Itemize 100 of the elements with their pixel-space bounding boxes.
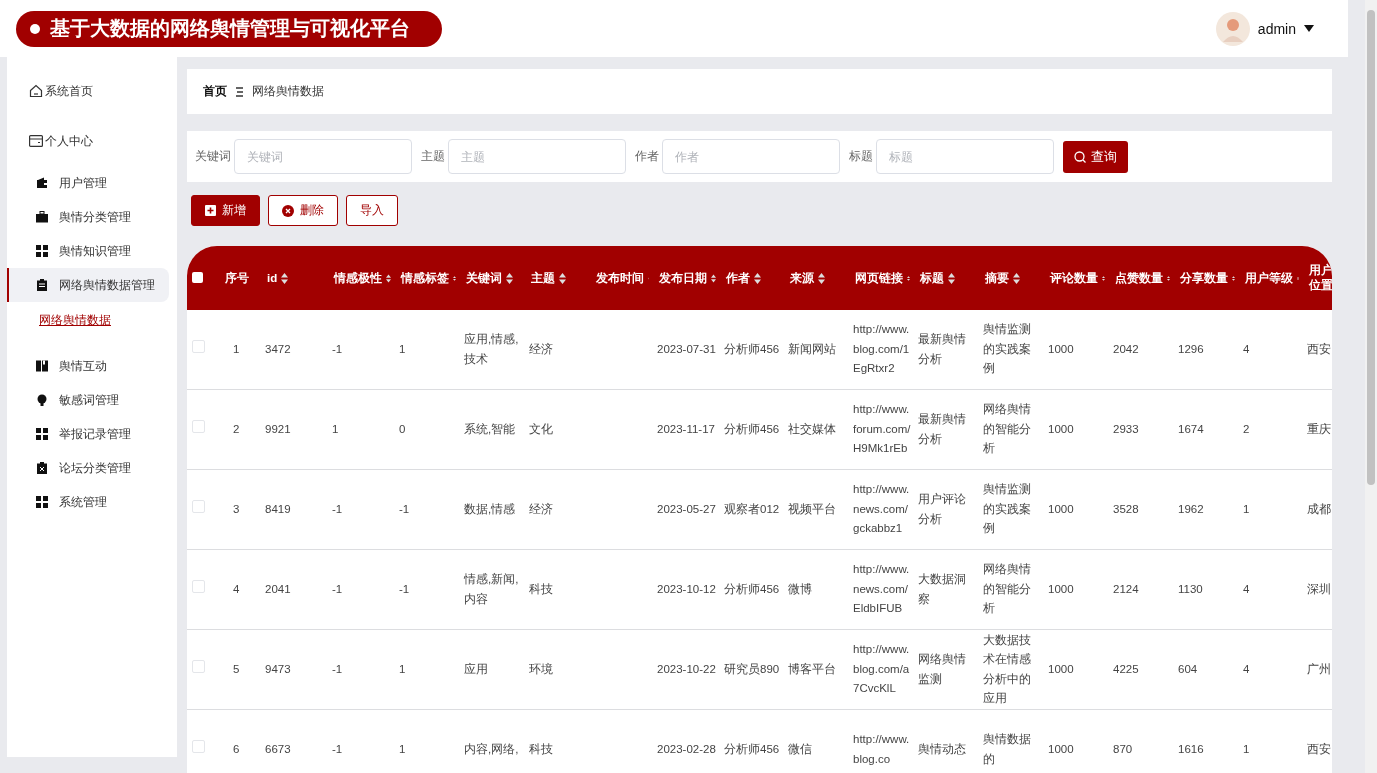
field-label: 标题 — [849, 148, 873, 165]
column-header: 序号 — [225, 270, 249, 286]
menu-item[interactable]: 舆情知识管理 — [7, 234, 169, 268]
column-header: 用户等级 — [1245, 270, 1293, 286]
table-cell: 1 — [399, 342, 406, 355]
search-field[interactable]: 作者 — [662, 139, 840, 174]
table-cell: 视频平台 — [788, 502, 836, 515]
menu-item[interactable]: 论坛分类管理 — [7, 451, 169, 485]
table-cell: 舆情数据的 — [983, 733, 1031, 765]
menu-item[interactable]: 用户管理 — [7, 166, 169, 200]
search-button[interactable]: 查询 — [1063, 140, 1128, 173]
table-cell: 广州 — [1307, 662, 1331, 675]
column-header: 点赞数量 — [1115, 270, 1163, 286]
table-cell: -1 — [399, 502, 410, 515]
table-cell: 1 — [233, 342, 240, 355]
table-cell: http://www.news.com/EldbIFUB — [853, 563, 910, 615]
table-cell: 1962 — [1178, 502, 1204, 515]
table-cell: 博客平台 — [788, 662, 836, 675]
submenu-link[interactable]: 网络舆情数据 — [7, 312, 177, 329]
clipboard-icon — [36, 279, 48, 291]
table-cell: 舆情监测的实践案例 — [983, 323, 1031, 375]
table-cell: 1000 — [1048, 422, 1074, 435]
wallet-icon — [36, 177, 48, 189]
row-checkbox[interactable] — [192, 339, 205, 353]
column-header: 情感极性 — [334, 270, 382, 286]
search-field[interactable]: 关键词 — [234, 139, 412, 174]
grid-icon — [36, 496, 48, 508]
close-circle-icon — [282, 204, 294, 217]
search-field[interactable]: 主题 — [448, 139, 626, 174]
column-header: id — [267, 272, 278, 284]
table-cell: 分析师456 — [724, 582, 780, 595]
table-cell: 经济 — [529, 342, 553, 355]
table-cell: 2124 — [1113, 582, 1139, 595]
table-cell: 1000 — [1048, 582, 1074, 595]
table-cell: 2023-02-28 — [657, 742, 716, 755]
table-cell: 2 — [233, 422, 240, 435]
column-header: 关键词 — [466, 270, 502, 286]
column-header: 来源 — [790, 270, 814, 286]
table-cell: -1 — [332, 342, 343, 355]
table-cell: 2023-10-12 — [657, 582, 716, 595]
table-cell: 5 — [233, 662, 240, 675]
menu-item[interactable]: 举报记录管理 — [7, 417, 169, 451]
table-cell: 用户评论分析 — [918, 493, 966, 525]
table-cell: 微信 — [788, 742, 812, 755]
table-cell: http://www.blog.com/a7CvcKlL — [853, 643, 910, 695]
table-cell: 4 — [233, 582, 240, 595]
table-cell: 2933 — [1113, 422, 1139, 435]
table-cell: 最新舆情分析 — [918, 333, 966, 365]
table-cell: 科技 — [529, 582, 553, 595]
menu-item[interactable]: 系统首页 — [7, 81, 177, 101]
table-cell: -1 — [332, 742, 343, 755]
menu-item[interactable]: 系统管理 — [7, 485, 169, 519]
row-checkbox[interactable] — [192, 419, 205, 433]
search-icon — [1074, 150, 1086, 163]
table-cell: 9473 — [265, 662, 291, 675]
menu-item[interactable]: 舆情互动 — [7, 349, 169, 383]
table-cell: 1616 — [1178, 742, 1204, 755]
row-checkbox[interactable] — [192, 499, 205, 513]
table-cell: 环境 — [529, 662, 553, 675]
field-label: 作者 — [635, 148, 659, 165]
table-cell: 重庆 — [1307, 422, 1331, 435]
menu-item[interactable]: 舆情分类管理 — [7, 200, 169, 234]
grid-icon — [36, 245, 48, 257]
field-label: 主题 — [421, 148, 445, 165]
column-header: 情感标签 — [401, 270, 449, 286]
separator-icon — [236, 86, 243, 97]
table-cell: 9921 — [265, 422, 291, 435]
table-cell: -1 — [332, 582, 343, 595]
table-cell: 1 — [1243, 502, 1250, 515]
menu-item[interactable]: 敏感词管理 — [7, 383, 169, 417]
table-cell: 1674 — [1178, 422, 1204, 435]
table-cell: 6 — [233, 742, 240, 755]
table-cell: 网络舆情监测 — [918, 653, 966, 685]
select-all-checkbox[interactable] — [192, 271, 203, 283]
search-field[interactable]: 标题 — [876, 139, 1054, 174]
table-cell: 0 — [399, 422, 406, 435]
table-cell: 1000 — [1048, 662, 1074, 675]
breadcrumb-item[interactable]: 首页 — [203, 83, 227, 100]
column-header: 发布日期 — [659, 270, 707, 286]
table-cell: 1000 — [1048, 342, 1074, 355]
delete-button[interactable]: 删除 — [268, 195, 338, 226]
menu-item[interactable]: 网络舆情数据管理 — [7, 268, 169, 302]
table-cell: 1 — [1243, 742, 1250, 755]
user-name[interactable]: admin — [1257, 20, 1296, 37]
caret-icon[interactable] — [1304, 25, 1314, 32]
table-cell: 1 — [332, 422, 339, 435]
row-checkbox[interactable] — [192, 739, 205, 753]
table-cell: 4 — [1243, 662, 1250, 675]
table-cell: 分析师456 — [724, 422, 780, 435]
table-cell: 分析师456 — [724, 342, 780, 355]
scrollbar[interactable] — [1365, 0, 1377, 773]
table-cell: 2023-05-27 — [657, 502, 716, 515]
row-checkbox[interactable] — [192, 659, 205, 673]
row-checkbox[interactable] — [192, 579, 205, 593]
table-cell: 成都 — [1307, 502, 1331, 515]
table-cell: http://www.blog.co — [853, 733, 910, 765]
add-button[interactable]: 新增 — [191, 195, 260, 226]
import-button[interactable]: 导入 — [346, 195, 398, 226]
menu-item[interactable]: 个人中心 — [7, 131, 177, 151]
table-cell: 文化 — [529, 422, 553, 435]
